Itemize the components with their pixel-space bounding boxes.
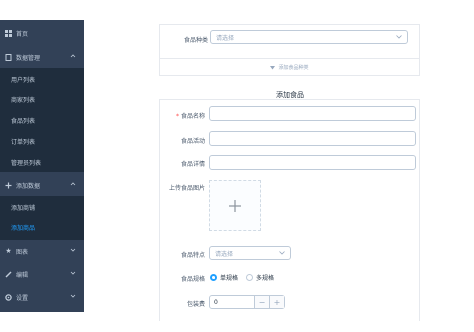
category-panel: 食品种类 请选择 添加食品种类	[159, 24, 420, 76]
packing-fee-stepper[interactable]: 0 − +	[209, 295, 285, 309]
image-upload[interactable]	[209, 180, 261, 231]
category-label: 食品种类	[183, 37, 208, 44]
sidebar-item-home[interactable]: 首页	[0, 22, 84, 44]
chevron-down-icon	[70, 248, 76, 252]
sidebar-item-data-management[interactable]: 数据管理	[0, 46, 84, 68]
sidebar-item-label: 首页	[16, 30, 29, 38]
category-select[interactable]: 请选择	[210, 30, 408, 44]
food-name-label: * 食品名称	[175, 113, 205, 120]
plus-icon	[229, 199, 241, 212]
packing-fee-label: 包装费	[186, 301, 205, 308]
sidebar-item-label: 编辑	[16, 271, 29, 279]
sidebar-item-label: 添加数据	[16, 182, 41, 190]
sidebar-item-label: 图表	[16, 248, 29, 256]
sidebar-subitem-add-shop[interactable]: 添加商铺	[0, 197, 84, 217]
star-icon: ★	[5, 247, 12, 255]
add-category-text: 添加食品种类	[278, 65, 309, 71]
sidebar-item-charts[interactable]: ★ 图表	[0, 240, 84, 262]
sidebar-subitem-admins[interactable]: 管理员列表	[0, 152, 84, 172]
chevron-down-icon	[70, 271, 76, 275]
plus-icon	[5, 182, 12, 189]
caret-down-icon	[270, 65, 276, 69]
spec-option-label: 单规格	[220, 275, 239, 282]
sidebar-subitem-foods[interactable]: 食品列表	[0, 110, 84, 130]
chevron-down-icon	[70, 294, 76, 298]
upload-label: 上传食品图片	[168, 185, 205, 192]
sidebar-subitem-shops[interactable]: 商家列表	[0, 89, 84, 109]
decrement-button[interactable]: −	[254, 296, 269, 308]
category-placeholder: 请选择	[216, 34, 235, 42]
grid-icon	[5, 29, 12, 37]
food-name-input[interactable]	[209, 106, 416, 121]
packing-fee-value[interactable]: 0	[210, 299, 254, 306]
add-category-toggle[interactable]: 添加食品种类	[160, 58, 419, 76]
spec-option-multiple[interactable]: 多规格	[246, 273, 274, 282]
increment-button[interactable]: +	[269, 296, 284, 308]
gear-icon	[5, 293, 12, 301]
food-activity-label: 食品活动	[180, 138, 205, 145]
food-detail-label: 食品详情	[180, 161, 205, 168]
sidebar-item-settings[interactable]: 设置	[0, 286, 84, 308]
food-activity-input[interactable]	[209, 131, 416, 146]
food-feature-select[interactable]: 请选择	[209, 246, 291, 260]
sidebar-item-edit[interactable]: 编辑	[0, 263, 84, 285]
chevron-down-icon	[279, 251, 285, 255]
radio-checked[interactable]	[210, 274, 217, 281]
feature-placeholder: 请选择	[215, 250, 234, 258]
sidebar-item-label: 数据管理	[16, 54, 41, 62]
food-feature-label: 食品特点	[180, 252, 205, 259]
edit-icon	[5, 271, 12, 278]
document-icon	[5, 53, 12, 61]
sidebar-item-add-data[interactable]: 添加数据	[0, 174, 84, 196]
chevron-up-icon	[70, 54, 76, 58]
sidebar-item-label: 设置	[16, 294, 29, 302]
spec-option-single[interactable]: 单规格	[210, 273, 238, 282]
sidebar-subitem-users[interactable]: 用户列表	[0, 69, 84, 89]
sidebar: 首页 数据管理 用户列表 商家列表 食品列表 订单列表 管理员列表 添加数据 添…	[0, 20, 84, 312]
food-detail-input[interactable]	[209, 155, 416, 170]
chevron-down-icon	[396, 35, 402, 39]
spec-option-label: 多规格	[256, 275, 275, 282]
sidebar-subitem-add-food[interactable]: 添加商品	[0, 217, 84, 237]
food-spec-label: 食品规格	[180, 276, 205, 283]
chevron-up-icon	[70, 182, 76, 186]
sidebar-subitem-orders[interactable]: 订单列表	[0, 131, 84, 151]
radio-unchecked[interactable]	[246, 274, 253, 281]
